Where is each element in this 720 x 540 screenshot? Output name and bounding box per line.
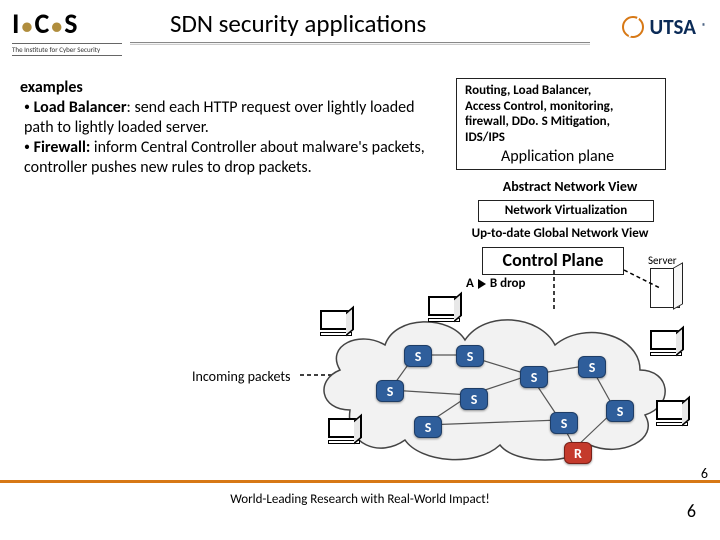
logo-ics: I•C•S The Institute for Cyber Security xyxy=(12,6,122,56)
switch-node: S xyxy=(456,345,484,367)
appbox-plane-label: Application plane xyxy=(465,147,657,166)
footer-rule xyxy=(0,480,720,483)
abstract-view-label: Abstract Network View xyxy=(470,178,670,195)
switch-node: S xyxy=(404,345,432,367)
body-text: examples • Load Balancer: send each HTTP… xyxy=(20,78,440,178)
router-node: R xyxy=(564,442,592,464)
switch-node: S xyxy=(460,388,488,410)
host-icon xyxy=(428,296,464,324)
ics-subtitle: The Institute for Cyber Security xyxy=(12,43,122,56)
switch-node: S xyxy=(550,412,578,434)
arrow-right-icon xyxy=(478,279,486,289)
application-plane-box: Routing, Load Balancer, Access Control, … xyxy=(456,78,666,170)
logo-utsa: UTSA ® xyxy=(622,14,706,40)
switch-node: S xyxy=(376,380,404,402)
examples-heading: examples xyxy=(20,78,440,98)
page-number-large: 6 xyxy=(687,500,696,522)
abdrop-a: A xyxy=(466,276,474,291)
header: I•C•S The Institute for Cyber Security S… xyxy=(0,0,720,62)
appbox-line4: IDS/IPS xyxy=(465,130,505,145)
host-icon xyxy=(320,310,356,338)
footer-text: World-Leading Research with Real-World I… xyxy=(0,492,720,507)
host-icon xyxy=(328,418,364,446)
switch-node: S xyxy=(606,400,634,422)
abdrop-b: B drop xyxy=(490,276,526,291)
switch-node: S xyxy=(414,416,442,438)
host-icon xyxy=(650,330,686,358)
control-plane-box: Control Plane xyxy=(482,247,624,275)
appbox-line3: firewall, DDo. S Mitigation, xyxy=(465,114,610,129)
switch-node: S xyxy=(520,366,548,388)
cloud-links xyxy=(310,300,690,470)
utsa-emblem-icon xyxy=(622,16,644,38)
title-rule xyxy=(130,42,590,45)
server-label: Server xyxy=(648,254,677,267)
bullet-2: • Firewall: inform Central Controller ab… xyxy=(24,138,440,178)
ab-drop-label: A B drop xyxy=(466,276,526,291)
uptodate-label: Up-to-date Global Network View xyxy=(446,226,674,241)
bullet-2-lead: Firewall: xyxy=(34,138,91,157)
utsa-registered: ® xyxy=(702,22,706,32)
network-cloud xyxy=(310,300,690,460)
incoming-packets-label: Incoming packets xyxy=(192,368,291,385)
switch-node: S xyxy=(578,356,606,378)
bullet-1-lead: Load Balancer xyxy=(34,98,127,117)
appbox-line1: Routing, Load Balancer, xyxy=(465,83,591,98)
bullet-1: • Load Balancer: send each HTTP request … xyxy=(24,98,440,138)
appbox-line2: Access Control, monitoring, xyxy=(465,99,613,114)
host-icon xyxy=(656,400,692,428)
utsa-text: UTSA xyxy=(650,14,696,40)
network-virtualization-box: Network Virtualization xyxy=(478,200,654,222)
slide-title: SDN security applications xyxy=(170,8,426,39)
